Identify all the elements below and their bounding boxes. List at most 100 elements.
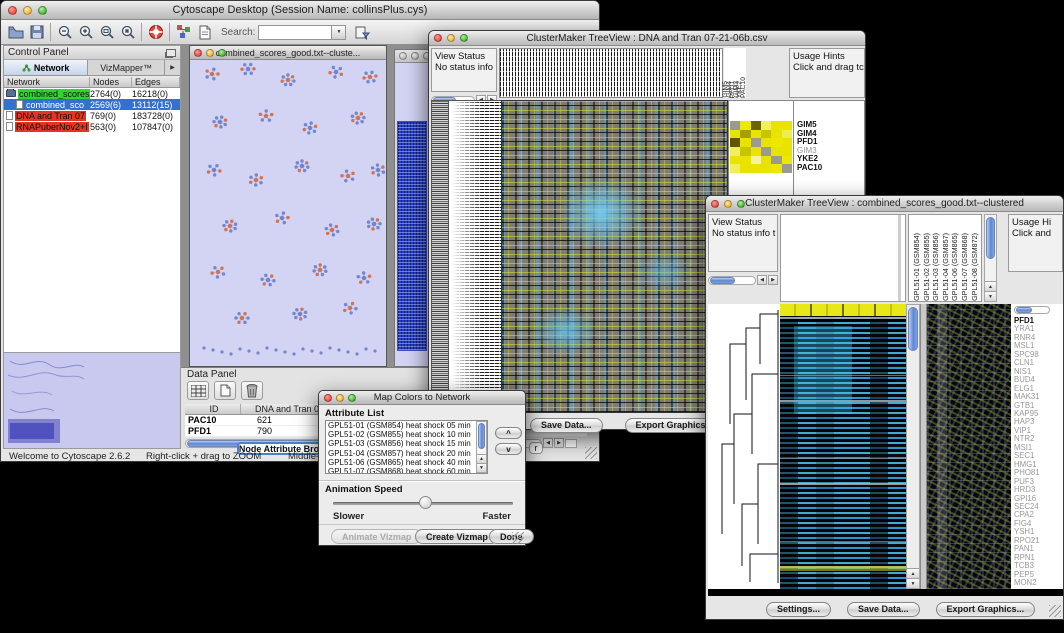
move-down-button[interactable]: v: [495, 443, 522, 455]
tv1-column-dendrogram[interactable]: [499, 48, 723, 98]
network-view-canvas[interactable]: [190, 60, 386, 366]
close-button[interactable]: [711, 200, 719, 208]
tv2-row-dendrogram[interactable]: [708, 304, 780, 589]
scroll-left-icon[interactable]: ◀: [757, 275, 767, 285]
tab-vizmapper[interactable]: VizMapper™: [88, 60, 165, 75]
close-button[interactable]: [194, 49, 202, 57]
scroll-up-icon[interactable]: ▲: [985, 281, 996, 291]
scroll-track[interactable]: [708, 276, 756, 285]
tv1-column-labels[interactable]: GIM5GIM4PFD1GIM3YKE2PAC10: [724, 48, 746, 98]
tv2-main-heatmap[interactable]: [780, 304, 906, 589]
main-titlebar[interactable]: Cytoscape Desktop (Session Name: collins…: [1, 1, 599, 20]
minimize-button[interactable]: [724, 200, 732, 208]
search-input[interactable]: [258, 25, 332, 40]
zoom-in-icon[interactable]: [75, 22, 96, 43]
save-icon[interactable]: [26, 22, 47, 43]
col-edges[interactable]: Edges: [132, 77, 180, 87]
tv2-gene-labels[interactable]: PFD1YRA1RNR4MSL1SPC98CLN1NIS1BUD4ELG1MAK…: [1014, 317, 1040, 588]
network-overview-panel[interactable]: [4, 352, 180, 448]
col-network[interactable]: Network: [4, 77, 90, 87]
tv1-global-view-strip[interactable]: [431, 100, 449, 413]
zoom-button[interactable]: [460, 34, 468, 42]
attribute-item[interactable]: GPL51-01 (GSM854) heat shock 05 min: [328, 421, 475, 430]
animate-vizmap-button[interactable]: Animate Vizmap: [331, 529, 422, 544]
scroll-up-icon[interactable]: ▲: [477, 454, 486, 463]
attribute-item[interactable]: GPL51-06 (GSM865) heat shock 40 min: [328, 458, 475, 467]
open-folder-icon[interactable]: [5, 22, 26, 43]
scroll-down-icon[interactable]: ▼: [907, 578, 919, 588]
dense-network-hairball[interactable]: [397, 121, 427, 351]
close-button[interactable]: [8, 6, 17, 15]
scroll-up-icon[interactable]: ▲: [907, 568, 919, 578]
tab-network[interactable]: Network: [4, 60, 88, 75]
close-button[interactable]: [434, 34, 442, 42]
tv1-main-heatmap[interactable]: [501, 100, 728, 413]
inner1-titlebar[interactable]: combined_scores_good.txt--cluste...: [190, 46, 386, 60]
close-button[interactable]: [324, 394, 332, 402]
search-dropdown-arrow[interactable]: ▼: [332, 25, 346, 40]
tv2-detail-heatmap[interactable]: [927, 304, 1011, 589]
treeview2-titlebar[interactable]: ClusterMaker TreeView : combined_scores_…: [706, 196, 1063, 212]
tv2-status-hscrollbar[interactable]: ◀▶: [708, 275, 778, 285]
scroll-down-icon[interactable]: ▼: [477, 463, 486, 472]
network-row[interactable]: RNAPuberNov2+I 563(0) 107847(0): [4, 121, 180, 132]
treeview-action-button[interactable]: Settings...: [766, 602, 831, 617]
network-row[interactable]: DNA and Tran 07 769(0) 183728(0): [4, 110, 180, 121]
minimize-button[interactable]: [336, 394, 344, 402]
window-resize-grip[interactable]: [585, 447, 597, 459]
scroll-thumb[interactable]: [1016, 307, 1032, 313]
tv1-zoom-matrix[interactable]: [730, 121, 792, 173]
scroll-thumb[interactable]: [986, 217, 995, 259]
inner-network-window[interactable]: combined_scores_good.txt--cluste...: [189, 45, 387, 367]
zoom-region-icon[interactable]: [96, 22, 117, 43]
slider-thumb[interactable]: [419, 496, 432, 509]
dialog-titlebar[interactable]: Map Colors to Network: [319, 391, 525, 405]
minimize-button[interactable]: [411, 52, 419, 60]
delete-attribute-icon[interactable]: [241, 381, 263, 400]
tv2-heatmap-vscrollbar[interactable]: ▲ ▼: [906, 304, 920, 589]
scroll-thumb[interactable]: [478, 423, 485, 449]
move-up-button[interactable]: ^: [495, 427, 522, 439]
treeview-action-button[interactable]: Save Data...: [847, 602, 920, 617]
scroll-down-icon[interactable]: ▼: [985, 291, 996, 301]
scroll-left-icon[interactable]: ◀: [543, 438, 553, 448]
zoom-fit-icon[interactable]: [117, 22, 138, 43]
col-nodes[interactable]: Nodes: [90, 77, 132, 87]
attribute-table-icon[interactable]: [187, 381, 209, 400]
treeview-action-button[interactable]: Export Graphics...: [936, 602, 1036, 617]
dialog-resize-grip[interactable]: [512, 532, 524, 544]
zoom-button[interactable]: [38, 6, 47, 15]
animation-speed-slider[interactable]: [333, 495, 513, 511]
scroll-thumb[interactable]: [908, 307, 918, 351]
scroll-right-icon[interactable]: ▶: [768, 275, 778, 285]
network-row[interactable]: combined_scores 2764(0) 16218(0): [4, 88, 180, 99]
tv2-column-dendrogram[interactable]: [780, 214, 906, 302]
network-row[interactable]: combined_sco 2569(6) 13112(15): [4, 99, 180, 110]
treeview-action-button[interactable]: Save Data...: [530, 418, 603, 433]
attribute-item[interactable]: GPL51-07 (GSM868) heat shock 60 min: [328, 467, 475, 474]
zoom-out-icon[interactable]: [54, 22, 75, 43]
tab-overflow-button[interactable]: ▶: [165, 60, 180, 75]
minimize-button[interactable]: [447, 34, 455, 42]
window-resize-grip[interactable]: [1049, 605, 1061, 617]
tv2-column-labels[interactable]: GPL51-01 (GSM854)GPL51-02 (GSM855)GPL51-…: [908, 214, 982, 302]
create-vizmap-button[interactable]: Create Vizmap: [415, 529, 499, 544]
scroll-thumb[interactable]: [710, 277, 735, 284]
attribute-item[interactable]: GPL51-03 (GSM856) heat shock 15 min: [328, 439, 475, 448]
attribute-item[interactable]: GPL51-02 (GSM855) heat shock 10 min: [328, 430, 475, 439]
scroll-right-icon[interactable]: ▶: [554, 438, 564, 448]
help-lifering-icon[interactable]: [145, 22, 166, 43]
zoom-button[interactable]: [737, 200, 745, 208]
new-attribute-icon[interactable]: [214, 381, 236, 400]
zoom-button[interactable]: [348, 394, 356, 402]
attribute-listbox[interactable]: GPL51-01 (GSM854) heat shock 05 minGPL51…: [325, 420, 488, 474]
minimize-button[interactable]: [23, 6, 32, 15]
minimize-button[interactable]: [206, 49, 214, 57]
annotation-icon[interactable]: [194, 22, 215, 43]
attribute-item[interactable]: GPL51-04 (GSM857) heat shock 20 min: [328, 449, 475, 458]
filter-icon[interactable]: [352, 22, 373, 43]
vizmapper-icon[interactable]: [173, 22, 194, 43]
gene-panel-hscrollbar[interactable]: [1014, 306, 1050, 314]
treeview1-titlebar[interactable]: ClusterMaker TreeView : DNA and Tran 07-…: [429, 31, 865, 46]
close-button[interactable]: [399, 52, 407, 60]
